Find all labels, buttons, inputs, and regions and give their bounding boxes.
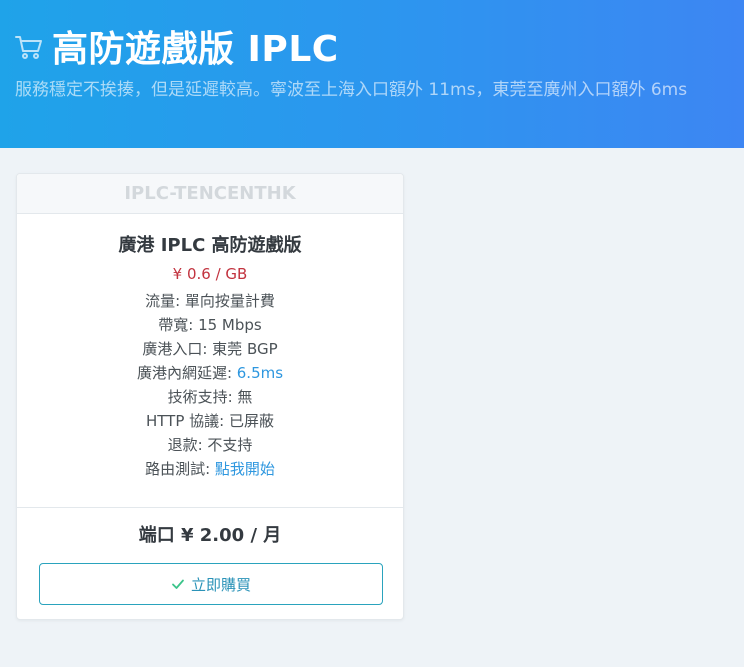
monthly-price: 端口 ¥ 2.00 / 月: [138, 525, 282, 546]
spec-bandwidth: 帶寬: 15 Mbps: [17, 313, 403, 337]
spec-value: 15 Mbps: [198, 316, 262, 334]
spec-label: 帶寬:: [158, 316, 199, 334]
spec-label: 路由測試:: [145, 460, 215, 478]
product-card: IPLC-TENCENTHK 廣港 IPLC 高防遊戲版 ¥ 0.6 / GB …: [16, 173, 404, 620]
product-name: 廣港 IPLC 高防遊戲版: [118, 235, 302, 256]
spec-label: HTTP 協議:: [146, 412, 229, 430]
page-subtitle: 服務穩定不挨揍，但是延遲較高。寧波至上海入口額外 11ms，東莞至廣州入口額外 …: [15, 80, 688, 100]
spec-value: 已屏蔽: [228, 412, 274, 430]
spec-route-test: 路由測試: 點我開始: [17, 457, 403, 481]
spec-label: 流量:: [145, 292, 185, 310]
spec-refund: 退款: 不支持: [17, 433, 403, 457]
latency-value: 6.5ms: [236, 364, 284, 382]
header-title: 高防遊戲版 IPLC: [14, 20, 339, 72]
spec-label: 廣港入口:: [142, 340, 213, 358]
route-test-link[interactable]: 點我開始: [215, 460, 275, 478]
card-header: IPLC-TENCENTHK: [17, 174, 403, 214]
spec-value: 不支持: [207, 436, 253, 454]
page-header: 高防遊戲版 IPLC 服務穩定不挨揍，但是延遲較高。寧波至上海入口額外 11ms…: [0, 0, 744, 148]
spec-value: 單向按量計費: [184, 292, 275, 310]
price-per-gb: ¥ 0.6 / GB: [172, 265, 248, 283]
spec-label: 廣港內網延遲:: [136, 364, 237, 382]
card-divider: [17, 507, 403, 508]
spec-value: 無: [237, 388, 253, 406]
spec-value: 東莞 BGP: [212, 340, 278, 358]
cart-icon: [14, 31, 44, 61]
page-title: 高防遊戲版 IPLC: [52, 29, 339, 70]
spec-traffic: 流量: 單向按量計費: [17, 289, 403, 313]
spec-latency: 廣港內網延遲: 6.5ms: [17, 361, 403, 385]
spec-entry: 廣港入口: 東莞 BGP: [17, 337, 403, 361]
spec-list: 流量: 單向按量計費 帶寬: 15 Mbps 廣港入口: 東莞 BGP 廣港內網…: [17, 289, 403, 481]
spec-http: HTTP 協議: 已屏蔽: [17, 409, 403, 433]
buy-now-button[interactable]: 立即購買: [39, 563, 383, 605]
spec-label: 退款:: [167, 436, 208, 454]
card-body: 廣港 IPLC 高防遊戲版 ¥ 0.6 / GB 流量: 單向按量計費 帶寬: …: [17, 214, 403, 481]
buy-button-label: 立即購買: [190, 575, 251, 594]
spec-label: 技術支持:: [167, 388, 238, 406]
check-icon: [171, 577, 185, 591]
spec-support: 技術支持: 無: [17, 385, 403, 409]
